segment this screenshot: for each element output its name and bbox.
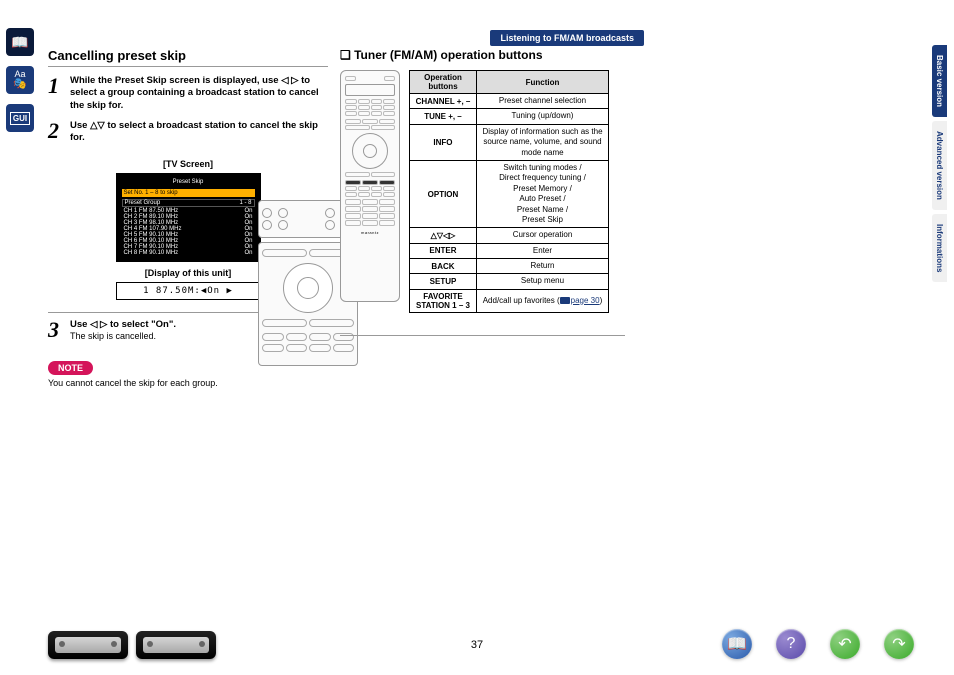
book-icon[interactable]: 📖 (6, 28, 34, 56)
step-text: Use △▽ to select a broadcast station to … (70, 120, 328, 145)
operation-buttons-table: Operation buttons Function CHANNEL +, –P… (409, 70, 609, 313)
op-button-cell: BACK (409, 259, 476, 274)
tv-screen-label: [TV Screen] (48, 159, 328, 169)
table-header-function: Function (477, 71, 609, 94)
tv-title: Preset Skip (122, 179, 255, 185)
op-button-cell: △▽◁▷ (409, 228, 476, 243)
table-row: FAVORITE STATION 1 – 3Add/call up favori… (409, 289, 608, 312)
tv-header: Set No. 1 – 8 to skip (122, 189, 255, 197)
receiver-rear-icon[interactable] (136, 631, 216, 659)
op-button-cell: OPTION (409, 160, 476, 227)
prev-page-icon[interactable]: ↶ (830, 629, 860, 659)
left-nav: 📖 Aa🎭 GUI (6, 28, 34, 142)
footer: 37 📖 ? ↶ ↷ (0, 623, 954, 663)
step-number: 3 (48, 319, 64, 344)
tab-informations[interactable]: Informations (932, 214, 947, 282)
step-number: 2 (48, 120, 64, 145)
op-button-cell: FAVORITE STATION 1 – 3 (409, 289, 476, 312)
op-function-cell: Switch tuning modes /Direct frequency tu… (477, 160, 609, 227)
note-badge: NOTE (48, 361, 93, 375)
op-function-cell: Display of information such as the sourc… (477, 124, 609, 160)
step-number: 1 (48, 75, 64, 112)
contents-icon[interactable]: 📖 (722, 629, 752, 659)
next-page-icon[interactable]: ↷ (884, 629, 914, 659)
table-row: TUNE +, –Tuning (up/down) (409, 109, 608, 124)
right-tabs: Basic version Advanced version Informati… (932, 45, 948, 286)
op-function-cell: Tuning (up/down) (477, 109, 609, 124)
right-column: ❏ Tuner (FM/AM) operation buttons marant… (340, 48, 640, 313)
op-function-cell: Cursor operation (477, 228, 609, 243)
footer-right: 📖 ? ↶ ↷ (722, 629, 914, 659)
op-button-cell: ENTER (409, 243, 476, 258)
op-function-cell: Return (477, 259, 609, 274)
op-function-cell: Add/call up favorites (page 30) (477, 289, 609, 312)
section-title-cancelling: Cancelling preset skip (48, 48, 328, 67)
remote-diagram-full: marantz (340, 70, 400, 302)
section-divider (340, 335, 625, 336)
op-function-cell: Setup menu (477, 274, 609, 289)
step-text: While the Preset Skip screen is displaye… (70, 75, 328, 112)
op-button-cell: TUNE +, – (409, 109, 476, 124)
table-row: △▽◁▷Cursor operation (409, 228, 608, 243)
tv-screen: Preset Skip Set No. 1 – 8 to skip Preset… (116, 173, 261, 262)
table-row: CHANNEL +, –Preset channel selection (409, 94, 608, 109)
op-button-cell: SETUP (409, 274, 476, 289)
table-row: BACKReturn (409, 259, 608, 274)
breadcrumb-chip: Listening to FM/AM broadcasts (490, 30, 644, 46)
step-1: 1 While the Preset Skip screen is displa… (48, 75, 328, 112)
footer-left (48, 631, 216, 659)
gui-icon[interactable]: GUI (6, 104, 34, 132)
op-function-cell: Enter (477, 243, 609, 258)
tab-basic-version[interactable]: Basic version (932, 45, 947, 117)
op-button-cell: CHANNEL +, – (409, 94, 476, 109)
op-function-cell: Preset channel selection (477, 94, 609, 109)
tv-group-row: Preset Group1 - 8 (122, 199, 255, 207)
step-subtext: The skip is cancelled. (70, 331, 156, 341)
page-link[interactable]: page 30 (571, 296, 600, 305)
font-masks-icon[interactable]: Aa🎭 (6, 66, 34, 94)
table-row: SETUPSetup menu (409, 274, 608, 289)
note-text: You cannot cancel the skip for each grou… (48, 378, 328, 388)
table-header-buttons: Operation buttons (409, 71, 476, 94)
unit-display: 1 87.50M:◀On ▶ (116, 282, 261, 300)
table-row: OPTIONSwitch tuning modes /Direct freque… (409, 160, 608, 227)
remote-brand: marantz (345, 230, 395, 235)
page-number: 37 (471, 639, 483, 651)
op-button-cell: INFO (409, 124, 476, 160)
help-icon[interactable]: ? (776, 629, 806, 659)
step-2: 2 Use △▽ to select a broadcast station t… (48, 120, 328, 145)
left-column: Cancelling preset skip 1 While the Prese… (48, 48, 328, 388)
receiver-front-icon[interactable] (48, 631, 128, 659)
tuner-buttons-title: ❏ Tuner (FM/AM) operation buttons (340, 48, 640, 62)
tv-row: CH 8 FM 90.10 MHzOn (122, 250, 255, 256)
tab-advanced-version[interactable]: Advanced version (932, 121, 947, 210)
table-row: INFODisplay of information such as the s… (409, 124, 608, 160)
table-row: ENTEREnter (409, 243, 608, 258)
